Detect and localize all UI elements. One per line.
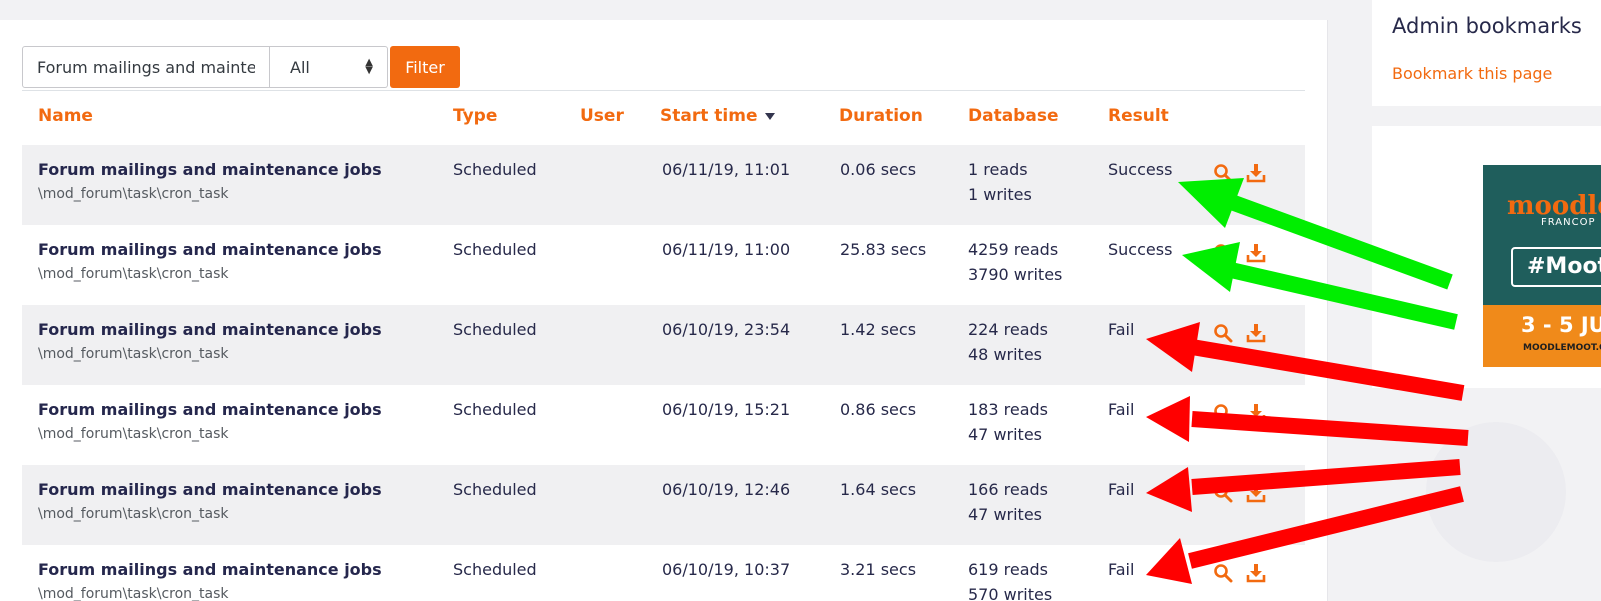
banner-subtitle: FRANCOP bbox=[1541, 217, 1596, 228]
task-name: Forum mailings and maintenance jobs bbox=[38, 560, 382, 579]
task-start-time: 06/11/19, 11:01 bbox=[662, 160, 791, 179]
banner-site: MOODLEMOOT.ORG bbox=[1523, 343, 1601, 353]
view-log-search-icon[interactable] bbox=[1213, 243, 1233, 263]
db-writes: 48 writes bbox=[968, 345, 1043, 364]
task-duration: 3.21 secs bbox=[840, 560, 917, 579]
task-start-time: 06/10/19, 15:21 bbox=[662, 400, 791, 419]
decorative-circle bbox=[1426, 422, 1566, 562]
task-result: Success bbox=[1108, 160, 1173, 179]
task-result: Fail bbox=[1108, 400, 1135, 419]
task-class-path: \mod_forum\task\cron_task bbox=[38, 506, 229, 522]
bookmark-this-page-link[interactable]: Bookmark this page bbox=[1392, 64, 1552, 83]
task-duration: 1.64 secs bbox=[840, 480, 917, 499]
task-duration: 0.86 secs bbox=[840, 400, 917, 419]
download-log-icon[interactable] bbox=[1246, 403, 1266, 423]
task-result: Fail bbox=[1108, 480, 1135, 499]
filter-bar: All ▲▼ Filter bbox=[22, 46, 460, 88]
view-log-search-icon[interactable] bbox=[1213, 563, 1233, 583]
table-row: Forum mailings and maintenance jobs \mod_… bbox=[22, 305, 1305, 385]
filter-button[interactable]: Filter bbox=[390, 46, 460, 88]
db-reads: 224 reads bbox=[968, 320, 1048, 339]
task-class-path: \mod_forum\task\cron_task bbox=[38, 586, 229, 601]
db-writes: 47 writes bbox=[968, 425, 1043, 444]
task-type: Scheduled bbox=[453, 160, 537, 179]
task-name: Forum mailings and maintenance jobs bbox=[38, 320, 382, 339]
download-log-icon[interactable] bbox=[1246, 243, 1266, 263]
db-reads: 4259 reads bbox=[968, 240, 1059, 259]
task-class-path: \mod_forum\task\cron_task bbox=[38, 266, 229, 282]
db-writes: 1 writes bbox=[968, 185, 1032, 204]
select-arrows-icon: ▲ ▼ bbox=[365, 57, 373, 76]
task-duration: 0.06 secs bbox=[840, 160, 917, 179]
task-type: Scheduled bbox=[453, 480, 537, 499]
view-log-search-icon[interactable] bbox=[1213, 323, 1233, 343]
db-writes: 3790 writes bbox=[968, 265, 1063, 284]
view-log-search-icon[interactable] bbox=[1213, 403, 1233, 423]
moodlemoot-banner[interactable]: moodle FRANCOP #Moot 3 - 5 JULY MOODLEMO… bbox=[1483, 165, 1601, 367]
task-type: Scheduled bbox=[453, 320, 537, 339]
task-name: Forum mailings and maintenance jobs bbox=[38, 160, 382, 179]
task-start-time: 06/10/19, 23:54 bbox=[662, 320, 791, 339]
task-start-time: 06/10/19, 10:37 bbox=[662, 560, 791, 579]
db-writes: 47 writes bbox=[968, 505, 1043, 524]
task-duration: 1.42 secs bbox=[840, 320, 917, 339]
task-name: Forum mailings and maintenance jobs bbox=[38, 240, 382, 259]
result-select-value: All bbox=[290, 57, 310, 77]
task-name: Forum mailings and maintenance jobs bbox=[38, 480, 382, 499]
db-reads: 619 reads bbox=[968, 560, 1048, 579]
task-duration: 25.83 secs bbox=[840, 240, 927, 259]
task-name: Forum mailings and maintenance jobs bbox=[38, 400, 382, 419]
db-reads: 166 reads bbox=[968, 480, 1048, 499]
task-class-path: \mod_forum\task\cron_task bbox=[38, 186, 229, 202]
task-start-time: 06/11/19, 11:00 bbox=[662, 240, 791, 259]
banner-date: 3 - 5 JULY bbox=[1521, 313, 1601, 337]
sort-desc-icon bbox=[765, 112, 776, 120]
task-type: Scheduled bbox=[453, 400, 537, 419]
admin-bookmarks-block: Admin bookmarks Bookmark this page bbox=[1372, 0, 1601, 106]
table-row: Forum mailings and maintenance jobs \mod_… bbox=[22, 545, 1305, 601]
download-log-icon[interactable] bbox=[1246, 483, 1266, 503]
db-reads: 183 reads bbox=[968, 400, 1048, 419]
task-start-time: 06/10/19, 12:46 bbox=[662, 480, 791, 499]
db-reads: 1 reads bbox=[968, 160, 1028, 179]
banner-hashtag: #Moot bbox=[1511, 247, 1601, 287]
banner-footer: 3 - 5 JULY MOODLEMOOT.ORG bbox=[1483, 305, 1601, 367]
download-log-icon[interactable] bbox=[1246, 563, 1266, 583]
task-result: Fail bbox=[1108, 320, 1135, 339]
db-writes: 570 writes bbox=[968, 585, 1053, 601]
column-header-user[interactable]: User bbox=[580, 106, 624, 126]
task-class-path: \mod_forum\task\cron_task bbox=[38, 346, 229, 362]
table-row: Forum mailings and maintenance jobs \mod_… bbox=[22, 385, 1305, 465]
task-type: Scheduled bbox=[453, 240, 537, 259]
block-title: Admin bookmarks bbox=[1392, 14, 1582, 38]
task-class-path: \mod_forum\task\cron_task bbox=[38, 426, 229, 442]
column-header-result[interactable]: Result bbox=[1108, 106, 1169, 126]
result-select[interactable]: All ▲ ▼ bbox=[270, 46, 388, 88]
download-log-icon[interactable] bbox=[1246, 163, 1266, 183]
task-result: Success bbox=[1108, 240, 1173, 259]
download-log-icon[interactable] bbox=[1246, 323, 1266, 343]
view-log-search-icon[interactable] bbox=[1213, 163, 1233, 183]
search-input[interactable] bbox=[22, 46, 270, 88]
column-header-duration[interactable]: Duration bbox=[839, 106, 923, 126]
task-type: Scheduled bbox=[453, 560, 537, 579]
column-header-name[interactable]: Name bbox=[38, 106, 93, 126]
table-row: Forum mailings and maintenance jobs \mod_… bbox=[22, 465, 1305, 545]
divider bbox=[22, 90, 1305, 91]
column-header-type[interactable]: Type bbox=[453, 106, 497, 126]
table-row: Forum mailings and maintenance jobs \mod_… bbox=[22, 145, 1305, 225]
column-header-start-time[interactable]: Start time bbox=[660, 106, 776, 126]
column-header-start-time-label: Start time bbox=[660, 106, 758, 126]
task-result: Fail bbox=[1108, 560, 1135, 579]
view-log-search-icon[interactable] bbox=[1213, 483, 1233, 503]
column-header-database[interactable]: Database bbox=[968, 106, 1058, 126]
table-row: Forum mailings and maintenance jobs \mod_… bbox=[22, 225, 1305, 305]
